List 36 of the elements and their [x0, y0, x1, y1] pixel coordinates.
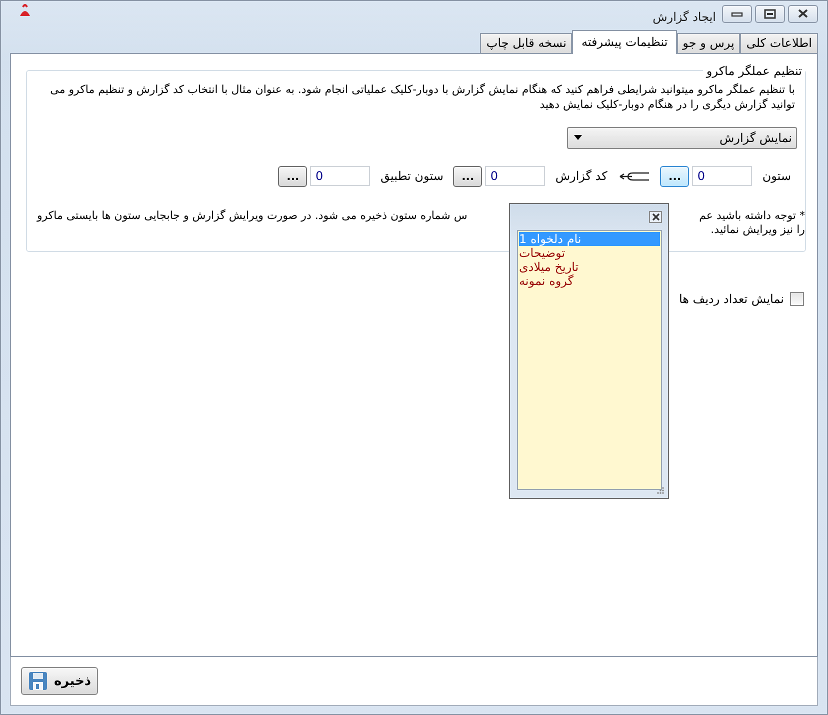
- action-dropdown[interactable]: نمایش گزارش: [567, 126, 797, 149]
- input-field[interactable]: 0: [692, 166, 752, 186]
- browse-button[interactable]: ...: [660, 166, 690, 187]
- note-text: را نیز ویرایش نمائید.: [710, 222, 805, 237]
- checkbox[interactable]: [790, 292, 804, 306]
- close-button[interactable]: [788, 4, 818, 23]
- field-label: ستون تطبیق: [380, 169, 444, 184]
- checkbox-label: نمایش تعداد ردیف ها: [678, 292, 784, 306]
- input-field[interactable]: 0: [310, 166, 370, 186]
- maximize-icon: [764, 8, 776, 19]
- dropdown-arrow-icon: [574, 135, 582, 140]
- tab[interactable]: نسخه قابل چاپ: [480, 32, 572, 53]
- close-button[interactable]: [649, 211, 662, 223]
- resize-grip-icon[interactable]: [656, 486, 665, 495]
- note-text: س شماره ستون ذخیره می شود. در صورت ویرایش گزارش و جابجایی ستون ها بایستی ماکرو: [37, 208, 468, 223]
- tab[interactable]: پرس و جو: [676, 32, 740, 53]
- list-item[interactable]: تاریخ میلادی: [519, 260, 660, 274]
- list-item[interactable]: گروه نمونه: [519, 274, 660, 288]
- list-item[interactable]: توضیحات: [519, 246, 660, 260]
- save-button[interactable]: ذخیره: [21, 667, 98, 695]
- maximize-button[interactable]: [755, 4, 785, 23]
- app-icon: [18, 2, 32, 18]
- field-label: کد گزارش: [555, 169, 608, 184]
- field-label: ستون: [762, 169, 791, 184]
- close-icon: [797, 8, 809, 20]
- window-title: ایجاد گزارش: [652, 10, 716, 24]
- input-field[interactable]: 0: [485, 166, 546, 186]
- tab[interactable]: تنظیمات پیشرفته: [572, 30, 677, 54]
- tab[interactable]: اطلاعات کلی: [740, 32, 818, 53]
- browse-button[interactable]: ...: [453, 166, 482, 187]
- browse-button[interactable]: ...: [278, 166, 308, 187]
- description-text: با تنظیم عملگر ماکرو میتوانید شرایطی فراهم کنید که هنگام نمایش گزارش با دوبار-کلیک عملیاتی انجام شود. به عنوان مثال با انتخاب کد گزارش و تنظیم ماکرو می توانید گزارش دیگری را در هنگام دوبار-کلیک نمایش دهید: [49, 82, 795, 112]
- minimize-button[interactable]: [722, 4, 752, 23]
- note-text: * توجه داشته باشید عم: [699, 208, 805, 223]
- close-icon: [650, 212, 660, 222]
- group-title: تنظیم عملگر ماکرو: [704, 64, 803, 78]
